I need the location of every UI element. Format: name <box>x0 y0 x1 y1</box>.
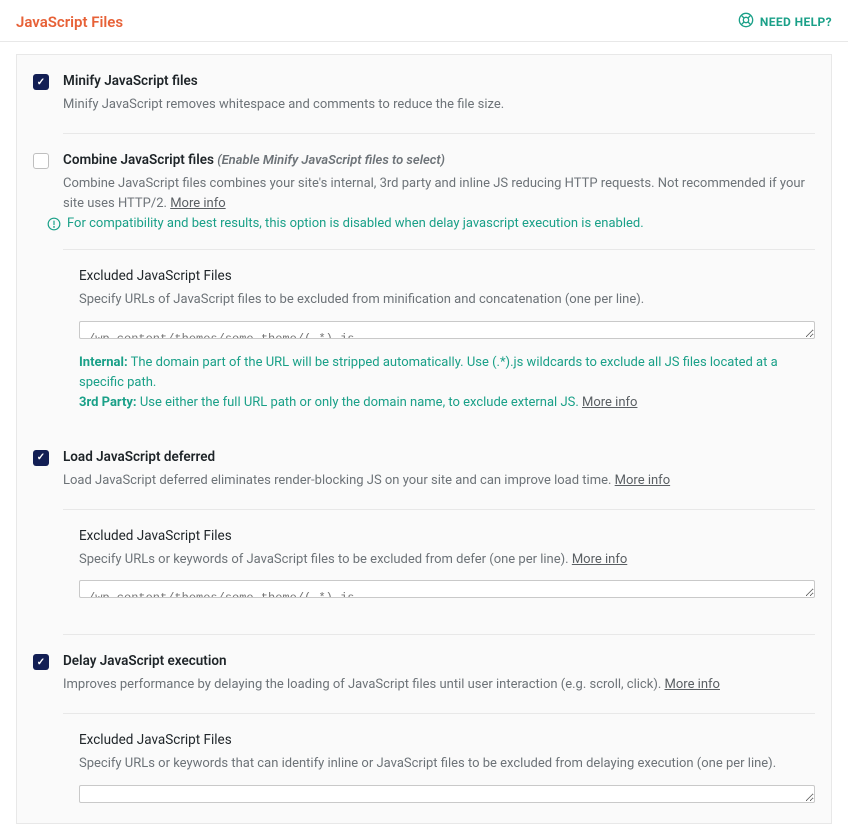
delay-desc: Improves performance by delaying the loa… <box>63 675 815 695</box>
warning-icon <box>47 217 61 235</box>
need-help-link[interactable]: NEED HELP? <box>738 12 832 31</box>
excluded-minify-more-link[interactable]: More info <box>582 395 637 410</box>
excluded-defer-more-link[interactable]: More info <box>572 552 627 567</box>
excluded-defer-input[interactable] <box>79 580 815 598</box>
need-help-label: NEED HELP? <box>760 15 832 29</box>
combine-desc: Combine JavaScript files combines your s… <box>63 174 815 214</box>
delay-title: Delay JavaScript execution <box>63 653 815 669</box>
thirdparty-text: Use either the full URL path or only the… <box>140 395 579 410</box>
minify-desc: Minify JavaScript removes whitespace and… <box>63 95 815 115</box>
excluded-delay-section: Excluded JavaScript Files Specify URLs o… <box>17 714 831 806</box>
combine-title: Combine JavaScript files <box>63 152 214 168</box>
excluded-defer-title: Excluded JavaScript Files <box>79 528 815 544</box>
checkbox-minify-js[interactable]: ✓ <box>33 74 49 90</box>
checkmark-icon: ✓ <box>37 452 45 463</box>
checkmark-icon: ✓ <box>37 77 45 88</box>
combine-warning: For compatibility and best results, this… <box>17 216 831 249</box>
excluded-delay-title: Excluded JavaScript Files <box>79 732 815 748</box>
option-defer-js: ✓ Load JavaScript deferred Load JavaScri… <box>17 431 831 509</box>
lifering-icon <box>738 12 754 31</box>
excluded-minify-title: Excluded JavaScript Files <box>79 268 815 284</box>
excluded-minify-section: Excluded JavaScript Files Specify URLs o… <box>17 250 831 431</box>
checkbox-delay-js[interactable]: ✓ <box>33 654 49 670</box>
option-minify-js: ✓ Minify JavaScript files Minify JavaScr… <box>17 55 831 133</box>
option-delay-js: ✓ Delay JavaScript execution Improves pe… <box>17 635 831 713</box>
checkmark-icon: ✓ <box>37 657 45 668</box>
excluded-delay-input[interactable] <box>79 785 815 803</box>
defer-title: Load JavaScript deferred <box>63 449 815 465</box>
minify-title: Minify JavaScript files <box>63 73 815 89</box>
defer-more-link[interactable]: More info <box>615 473 670 488</box>
excluded-delay-desc: Specify URLs or keywords that can identi… <box>79 754 815 774</box>
excluded-defer-section: Excluded JavaScript Files Specify URLs o… <box>17 510 831 634</box>
defer-desc: Load JavaScript deferred eliminates rend… <box>63 471 815 491</box>
combine-warning-text: For compatibility and best results, this… <box>67 216 644 231</box>
excluded-defer-desc: Specify URLs or keywords of JavaScript f… <box>79 550 815 570</box>
internal-label: Internal: <box>79 355 128 370</box>
checkbox-combine-js[interactable] <box>33 153 49 169</box>
page-title: JavaScript Files <box>16 13 123 31</box>
excluded-minify-desc: Specify URLs of JavaScript files to be e… <box>79 290 815 310</box>
excluded-minify-input[interactable] <box>79 321 815 339</box>
checkbox-defer-js[interactable]: ✓ <box>33 450 49 466</box>
combine-hint: (Enable Minify JavaScript files to selec… <box>217 153 445 168</box>
internal-text: The domain part of the URL will be strip… <box>79 355 778 390</box>
option-combine-js: Combine JavaScript files (Enable Minify … <box>17 134 831 224</box>
combine-more-link[interactable]: More info <box>170 196 225 211</box>
settings-panel: ✓ Minify JavaScript files Minify JavaScr… <box>16 54 832 824</box>
delay-more-link[interactable]: More info <box>665 677 720 692</box>
thirdparty-label: 3rd Party: <box>79 395 137 410</box>
